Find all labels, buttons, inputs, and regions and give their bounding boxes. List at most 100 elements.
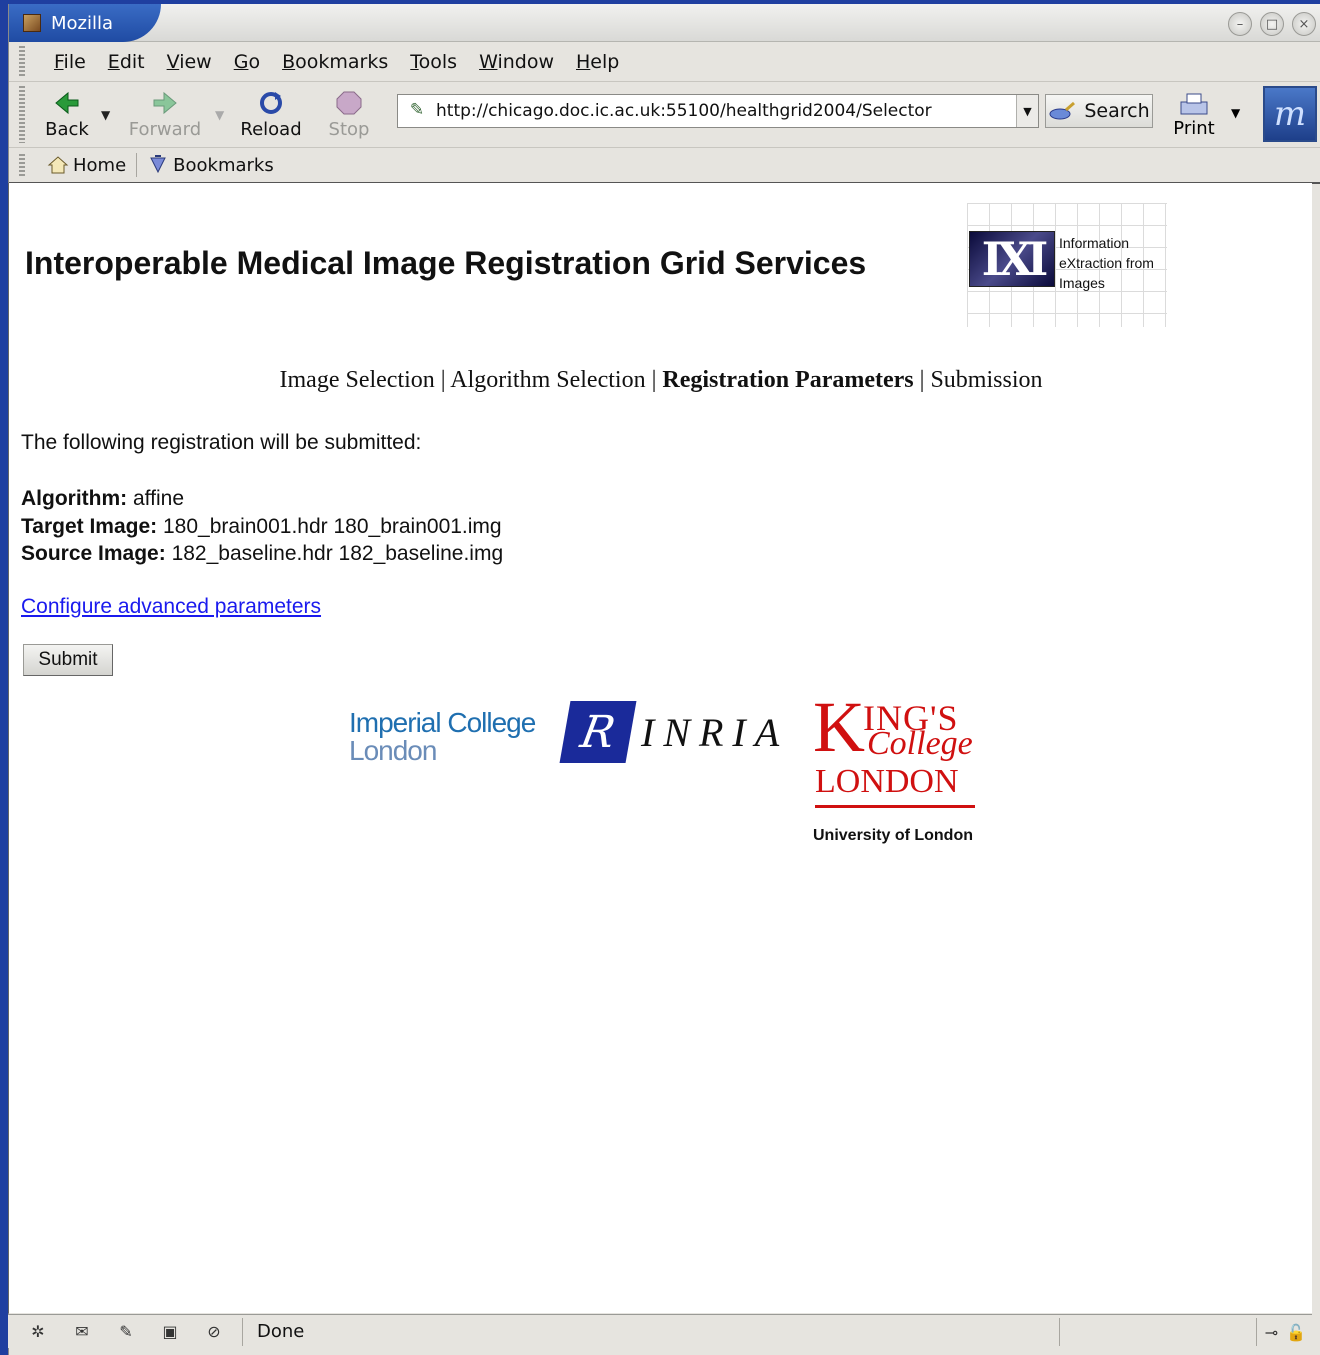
mozilla-throbber-icon[interactable]: m	[1263, 86, 1317, 142]
ixi-logo-line3: Images	[1059, 275, 1105, 291]
search-icon	[1049, 101, 1076, 120]
reload-button[interactable]: Reload	[229, 84, 313, 146]
step-separator: |	[645, 367, 663, 393]
menu-edit[interactable]: Edit	[97, 51, 156, 73]
menu-file-label: ile	[63, 50, 86, 73]
menu-view-label: iew	[179, 50, 212, 73]
toolbar-grip[interactable]	[19, 86, 25, 143]
menu-bookmarks[interactable]: Bookmarks	[271, 51, 399, 73]
stop-button[interactable]: Stop	[313, 84, 385, 146]
kings-logo-university: University of London	[813, 827, 973, 844]
configure-advanced-parameters-link[interactable]: Configure advanced parameters	[21, 595, 321, 619]
print-label: Print	[1173, 117, 1215, 139]
window-title: Mozilla	[51, 12, 114, 34]
inria-logo-mark: R	[559, 701, 637, 763]
kings-logo-london: LONDON	[815, 763, 959, 800]
menu-help-label: elp	[590, 50, 620, 73]
menu-window-label: indow	[497, 50, 554, 73]
status-separator	[1058, 1318, 1060, 1346]
kings-logo-rule	[815, 805, 975, 808]
kings-logo-k: K	[813, 687, 865, 767]
back-dropdown-icon[interactable]: ▼	[101, 108, 115, 122]
menu-window-accel: W	[479, 50, 498, 73]
menu-bookmarks-label: ookmarks	[295, 50, 389, 73]
url-history-dropdown-icon[interactable]: ▼	[1016, 95, 1038, 127]
inria-logo-text: INRIA	[641, 709, 789, 755]
reload-icon	[260, 91, 282, 114]
menu-help-accel: H	[576, 50, 591, 73]
search-label: Search	[1084, 100, 1150, 122]
menu-file[interactable]: File	[43, 51, 97, 73]
back-button[interactable]: Back	[33, 84, 101, 146]
site-page-icon: ✎	[409, 100, 425, 120]
forward-button[interactable]: Forward	[115, 84, 215, 146]
menu-go[interactable]: Go	[223, 51, 271, 73]
step-submission: Submission	[930, 367, 1043, 393]
step-image-selection: Image Selection	[279, 367, 435, 393]
kings-college-logo: K ING'S College LONDON University of Lon…	[813, 691, 979, 855]
status-separator	[1255, 1318, 1257, 1346]
status-text: Done	[257, 1321, 305, 1342]
mozilla-app-icon	[23, 14, 41, 32]
back-label: Back	[45, 118, 89, 140]
component-bar: ✲ ✉ ✎ ▣ ⊘	[8, 1322, 242, 1342]
step-separator: |	[913, 367, 931, 393]
source-image-label: Source Image:	[21, 542, 166, 565]
print-button[interactable]: Print	[1165, 86, 1223, 144]
menu-help[interactable]: Help	[565, 51, 630, 73]
address-book-icon[interactable]: ▣	[158, 1322, 182, 1342]
forward-label: Forward	[128, 118, 202, 140]
menu-edit-label: dit	[119, 50, 145, 73]
window-controls: – □ ×	[1228, 12, 1316, 36]
forward-arrow-icon	[153, 91, 177, 114]
mail-icon[interactable]: ✉	[70, 1322, 94, 1342]
menu-view-accel: V	[166, 50, 180, 73]
menu-window[interactable]: Window	[468, 51, 565, 73]
target-image-row: Target Image: 180_brain001.hdr 180_brain…	[21, 513, 503, 541]
forward-dropdown-icon[interactable]: ▼	[215, 108, 229, 122]
menu-go-label: o	[248, 50, 261, 73]
algorithm-value: affine	[133, 487, 184, 510]
target-image-value: 180_brain001.hdr 180_brain001.img	[163, 514, 502, 538]
ixi-logo-mark: IXI	[969, 231, 1055, 287]
url-bar[interactable]: ✎ http://chicago.doc.ic.ac.uk:55100/heal…	[397, 94, 1039, 128]
kings-logo-college: College	[867, 725, 973, 762]
menu-view[interactable]: View	[156, 51, 223, 73]
minimize-icon[interactable]: –	[1228, 12, 1252, 36]
online-connection-icon[interactable]: ⊸	[1265, 1323, 1278, 1342]
close-icon[interactable]: ×	[1292, 12, 1316, 36]
menu-bar: File Edit View Go Bookmarks Tools Window…	[9, 42, 1320, 82]
source-image-value: 182_baseline.hdr 182_baseline.img	[171, 542, 504, 565]
step-registration-parameters: Registration Parameters	[662, 367, 914, 393]
menu-bookmarks-accel: B	[282, 50, 296, 73]
navigator-icon[interactable]: ✲	[26, 1322, 50, 1342]
page-title: Interoperable Medical Image Registration…	[25, 245, 867, 281]
menu-edit-accel: E	[107, 50, 120, 73]
menu-tools-accel: T	[410, 50, 419, 73]
stop-icon	[336, 91, 362, 114]
imperial-logo-line1: Imperial College	[349, 707, 536, 738]
home-button[interactable]: Home	[37, 155, 136, 176]
window-title-tab[interactable]: Mozilla	[9, 4, 161, 42]
source-image-row: Source Image: 182_baseline.hdr 182_basel…	[21, 540, 503, 568]
toolbar-grip[interactable]	[19, 46, 25, 77]
page-content: Interoperable Medical Image Registration…	[8, 183, 1312, 1313]
maximize-icon[interactable]: □	[1260, 12, 1284, 36]
title-bar: Mozilla – □ ×	[9, 4, 1320, 42]
submit-button[interactable]: Submit	[23, 644, 113, 676]
menu-tools[interactable]: Tools	[399, 51, 468, 73]
home-icon	[47, 156, 69, 174]
inria-logo: R INRIA	[559, 701, 789, 763]
bookmarks-button[interactable]: Bookmarks	[137, 154, 284, 176]
status-bar: ✲ ✉ ✎ ▣ ⊘ Done ⊸ 🔓	[8, 1314, 1312, 1348]
navigation-toolbar: Back ▼ Forward ▼ Reload Stop ✎ http://ch…	[9, 82, 1320, 148]
menu-go-accel: G	[233, 50, 249, 73]
search-button[interactable]: Search	[1045, 94, 1153, 128]
irc-chat-icon[interactable]: ⊘	[202, 1322, 226, 1342]
algorithm-row: Algorithm: affine	[21, 485, 503, 513]
stop-label: Stop	[328, 118, 370, 140]
toolbar-grip[interactable]	[19, 154, 25, 176]
composer-icon[interactable]: ✎	[114, 1322, 138, 1342]
print-dropdown-icon[interactable]: ▼	[1231, 106, 1240, 120]
security-lock-icon[interactable]: 🔓	[1286, 1323, 1306, 1342]
